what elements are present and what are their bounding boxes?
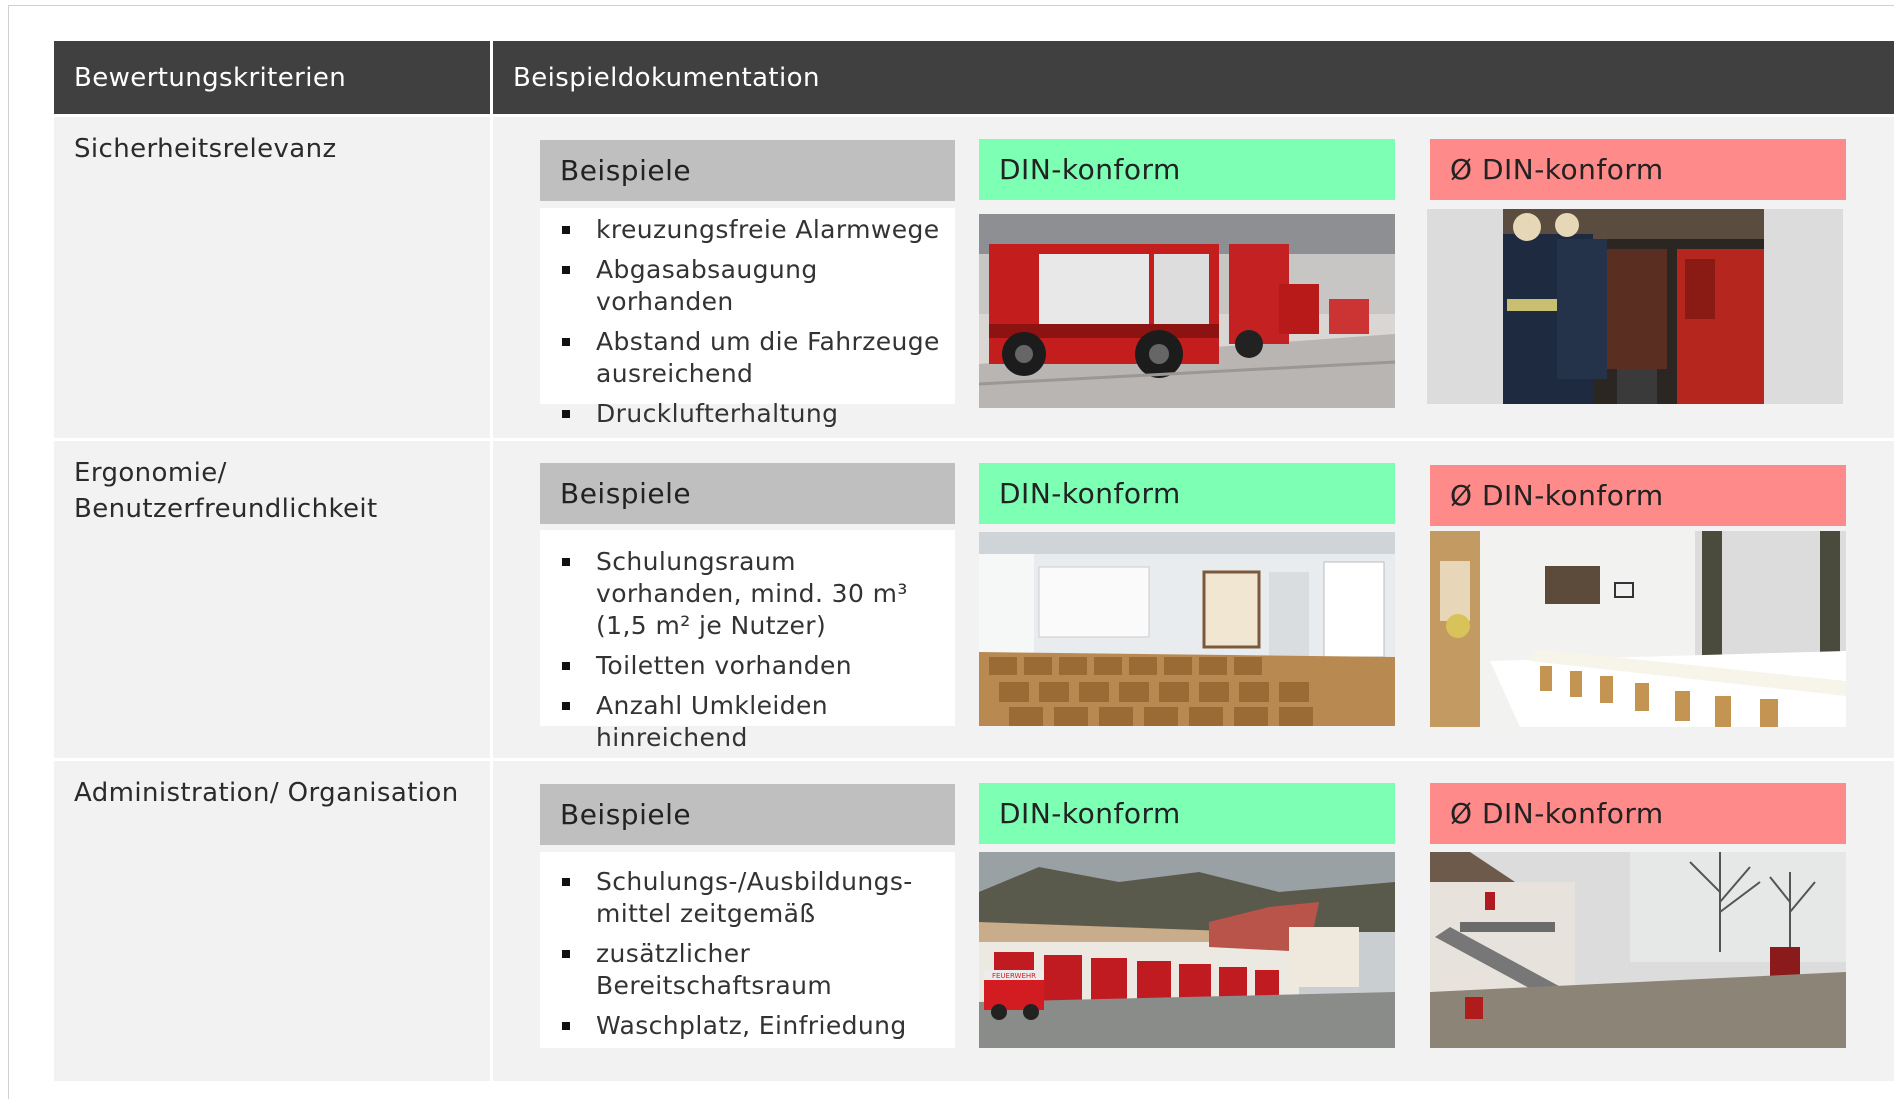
list-item: Abstand um die Fahrzeuge ausreichend <box>560 326 941 390</box>
list-item: kreuzungsfreie Alarmwege <box>560 214 941 246</box>
criterion-label: Sicherheitsrelevanz <box>74 134 337 164</box>
din-conform-label: DIN-konform <box>979 783 1395 844</box>
training-room-photo <box>979 532 1395 726</box>
documentation-cell: Beispiele DIN-konform Ø DIN-konform kreu… <box>493 117 1894 438</box>
list-item: Abgasabsaugung vorhanden <box>560 254 941 318</box>
criterion-cell: Sicherheitsrelevanz <box>54 117 490 438</box>
examples-label: Beispiele <box>540 784 955 845</box>
din-nonconform-label: Ø DIN-konform <box>1430 783 1846 844</box>
criterion-label: Ergonomie/ Benutzerfreundlichkeit <box>74 458 378 524</box>
locker-corridor-photo <box>1427 209 1843 404</box>
example-list: Schulungs-/Ausbildungs-mittel zeitgemäß … <box>540 852 955 1048</box>
examples-label: Beispiele <box>540 140 955 201</box>
din-nonconform-label: Ø DIN-konform <box>1430 465 1846 526</box>
list-item: Schulungs-/Ausbildungs-mittel zeitgemäß <box>560 866 941 930</box>
list-item: Schulungsraum vorhanden, mind. 30 m³ (1,… <box>560 546 941 642</box>
list-item: Toiletten vorhanden <box>560 650 941 682</box>
list-item: Anzahl Umkleiden hinreichend <box>560 690 941 754</box>
truck-sign-text: FEUERWEHR <box>992 972 1036 980</box>
courtyard-photo <box>1430 852 1846 1048</box>
header-criteria: Bewertungskriterien <box>54 41 490 114</box>
example-list: kreuzungsfreie Alarmwege Abgasabsaugung … <box>540 208 955 428</box>
list-item: Waschplatz, Einfriedung <box>560 1010 941 1042</box>
criterion-cell: Administration/ Organisation <box>54 761 490 1081</box>
example-list: Schulungsraum vorhanden, mind. 30 m³ (1,… <box>540 530 955 752</box>
examples-label: Beispiele <box>540 463 955 524</box>
criterion-cell: Ergonomie/ Benutzerfreundlichkeit <box>54 441 490 758</box>
documentation-cell: Beispiele DIN-konform Ø DIN-konform Schu… <box>493 761 1894 1081</box>
din-conform-label: DIN-konform <box>979 463 1395 524</box>
criterion-label: Administration/ Organisation <box>74 778 459 808</box>
header-documentation: Beispieldokumentation <box>493 41 1894 114</box>
list-item: zusätzlicher Bereitschaftsraum <box>560 938 941 1002</box>
meeting-room-photo <box>1430 531 1846 727</box>
fire-station-exterior-photo: FEUERWEHR <box>979 852 1395 1048</box>
list-item: Drucklufterhaltung <box>560 398 941 430</box>
documentation-cell: Beispiele DIN-konform Ø DIN-konform Schu… <box>493 441 1894 758</box>
